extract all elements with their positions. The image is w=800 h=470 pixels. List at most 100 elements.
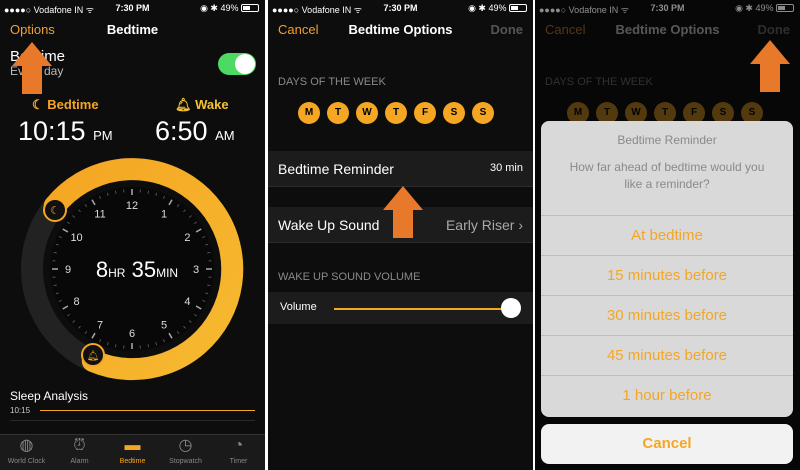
day-wednesday[interactable]: W: [356, 102, 378, 124]
bedtime-reminder-label: Bedtime Reminder: [278, 161, 394, 177]
clock-tick: [147, 344, 150, 348]
clock-tick: [114, 344, 117, 348]
option-45-minutes[interactable]: 45 minutes before: [541, 335, 793, 375]
clock-number: 11: [94, 209, 105, 221]
wake-up-sound-label: Wake Up Sound: [278, 217, 380, 233]
tab-label: Stopwatch: [169, 458, 202, 465]
day-monday[interactable]: M: [298, 102, 320, 124]
tab-label: World Clock: [7, 458, 46, 465]
action-sheet-cancel-button[interactable]: Cancel: [541, 424, 793, 464]
tab-label: Timer: [229, 458, 248, 465]
sleep-duration: 8HR 35MIN: [62, 257, 212, 283]
volume-label: Volume: [280, 301, 317, 313]
action-sheet-title: Bedtime Reminder: [617, 133, 717, 147]
clock-tick: [147, 190, 150, 194]
action-sheet-message: How far ahead of bedtime would you like …: [569, 160, 765, 191]
bedtime-heading: ☾ Bedtime: [32, 97, 99, 113]
volume-header: WAKE UP SOUND VOLUME: [278, 271, 421, 283]
stopwatch-icon: ◷: [178, 437, 193, 454]
page-title: Bedtime: [106, 22, 159, 37]
timer-icon: ◔: [233, 437, 244, 454]
annotation-arrow-icon: [12, 42, 52, 94]
wake-heading-label: Wake: [195, 97, 229, 112]
clock-number: 7: [97, 319, 103, 331]
volume-row: Volume: [268, 292, 533, 324]
bell-icon: 🔔︎: [175, 97, 196, 112]
option-1-hour[interactable]: 1 hour before: [541, 375, 793, 415]
clock-number: 2: [184, 232, 190, 244]
alarm-clock-icon: ⏰︎: [73, 437, 86, 454]
clock-number: 5: [161, 319, 167, 331]
day-tuesday[interactable]: T: [327, 102, 349, 124]
tab-label: Bedtime: [119, 458, 146, 465]
tab-timer[interactable]: ◔ Timer: [212, 435, 265, 470]
bedtime-toggle[interactable]: [218, 53, 256, 75]
bedtime-time-value: 10:15: [18, 116, 86, 146]
tab-bar: ◍ World Clock ⏰︎ Alarm ▬ Bedtime ◷ Stopwatch…: [0, 434, 265, 470]
sleep-analysis-gridline: [10, 420, 255, 421]
status-indicators: ◉ ✱ 49%: [468, 3, 507, 13]
duration-hours: 8: [95, 257, 109, 282]
day-sunday[interactable]: S: [472, 102, 494, 124]
volume-slider[interactable]: [334, 308, 513, 310]
battery-icon: [509, 4, 527, 12]
days-selector: M T W T F S S: [298, 102, 494, 124]
wake-heading: 🔔︎ Wake: [175, 97, 229, 113]
clock-tick: [53, 284, 57, 287]
duration-hours-unit: HR: [108, 266, 126, 280]
clock-number: 12: [126, 200, 138, 212]
status-indicators: ◉ ✱ 49%: [200, 3, 239, 13]
clock-number: 6: [129, 328, 135, 340]
bed-icon: ▬: [124, 437, 141, 454]
status-right: ◉ ✱ 49%: [200, 3, 259, 14]
status-bar: ●●●●○ Vodafone IN ᯤ 7:30 PM ◉ ✱ 49%: [268, 0, 533, 16]
toggle-knob: [235, 54, 255, 74]
bedtime-time: 10:15 PM: [18, 116, 113, 147]
tab-label: Alarm: [70, 458, 89, 465]
duration-minutes: 35: [131, 257, 157, 282]
reminder-action-sheet-screen: ●●●●○ Vodafone IN ᯤ 7:30 PM ◉ ✱ 49% Canc…: [535, 0, 800, 470]
duration-minutes-unit: MIN: [156, 266, 179, 280]
clock-tick: [207, 284, 211, 287]
clock-tick: [53, 251, 57, 254]
sleep-analysis-line: [40, 410, 255, 411]
bedtime-heading-label: Bedtime: [47, 97, 99, 112]
wake-up-sound-value: Early Riser ›: [446, 217, 523, 233]
tab-alarm[interactable]: ⏰︎ Alarm: [53, 435, 106, 470]
chevron-right-icon: ›: [518, 217, 523, 233]
bedtime-screen: ●●●●○ Vodafone IN ᯤ 7:30 PM ◉ ✱ 49% Opti…: [0, 0, 265, 470]
option-15-minutes[interactable]: 15 minutes before: [541, 255, 793, 295]
nav-bar: Cancel Bedtime Options Done: [268, 16, 533, 44]
tab-stopwatch[interactable]: ◷ Stopwatch: [159, 435, 212, 470]
tab-bedtime[interactable]: ▬ Bedtime: [106, 435, 159, 470]
clock-tick: [114, 190, 117, 194]
day-thursday[interactable]: T: [385, 102, 407, 124]
day-saturday[interactable]: S: [443, 102, 465, 124]
day-friday[interactable]: F: [414, 102, 436, 124]
status-right: ◉ ✱ 49%: [468, 3, 527, 14]
tab-world-clock[interactable]: ◍ World Clock: [0, 435, 53, 470]
volume-slider-knob[interactable]: [501, 298, 521, 318]
status-bar: ●●●●○ Vodafone IN ᯤ 7:30 PM ◉ ✱ 49%: [0, 0, 265, 16]
wake-time: 6:50 AM: [155, 116, 235, 147]
clock-number: 10: [70, 232, 82, 244]
wake-time-value: 6:50: [155, 116, 208, 146]
globe-icon: ◍: [19, 437, 34, 454]
bedtime-reminder-value: 30 min: [489, 162, 523, 174]
sleep-analysis-title: Sleep Analysis: [10, 389, 89, 403]
moon-handle-icon: ☾: [50, 205, 60, 217]
option-at-bedtime[interactable]: At bedtime: [541, 215, 793, 255]
option-30-minutes[interactable]: 30 minutes before: [541, 295, 793, 335]
annotation-arrow-icon: [750, 40, 790, 92]
clock-number: 1: [161, 209, 167, 221]
done-button[interactable]: Done: [491, 22, 524, 37]
battery-icon: [241, 4, 259, 12]
bedtime-reminder-row[interactable]: Bedtime Reminder 30 min: [268, 151, 533, 187]
wake-up-sound-name: Early Riser: [445, 217, 515, 233]
clock-tick: [207, 251, 211, 254]
bedtime-options-screen: ●●●●○ Vodafone IN ᯤ 7:30 PM ◉ ✱ 49% Canc…: [268, 0, 533, 470]
clock-number: 4: [184, 296, 190, 308]
clock-number: 8: [74, 296, 80, 308]
wake-ampm: AM: [215, 128, 235, 143]
nav-bar: Options Bedtime: [0, 16, 265, 44]
